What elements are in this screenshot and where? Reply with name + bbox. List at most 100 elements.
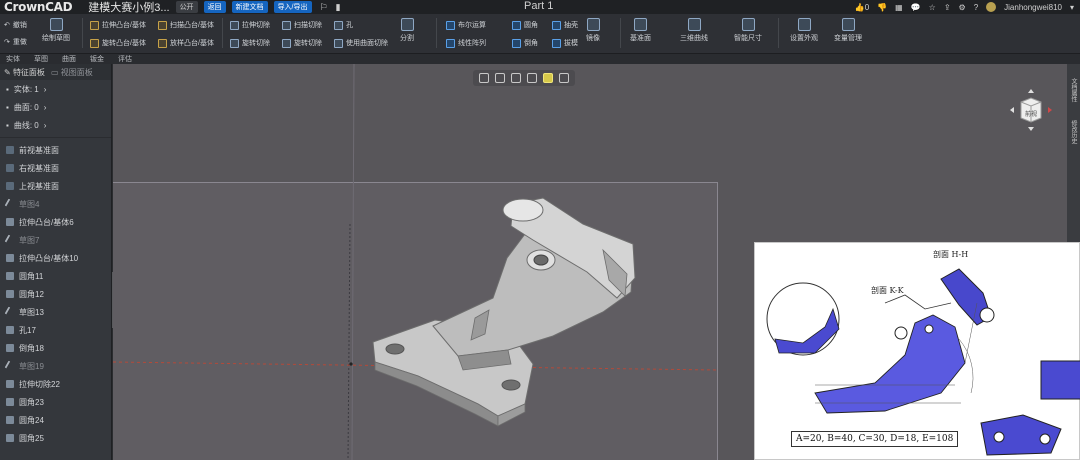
comment-icon[interactable]: 💬: [911, 3, 921, 12]
display-style-icon[interactable]: [543, 73, 553, 83]
ribbon-tabs: 实体 草图 曲面 钣金 评估: [0, 54, 1080, 64]
sweep-boss-button[interactable]: 扫描凸台/基体: [158, 20, 214, 30]
sweep-cut-button[interactable]: 扫描切除: [282, 20, 322, 30]
tree-item[interactable]: 圆角25: [0, 429, 111, 447]
chevron-right-icon[interactable]: ›: [44, 103, 47, 112]
avatar[interactable]: [986, 2, 997, 12]
chevron-down-icon[interactable]: ▾: [1070, 3, 1074, 12]
tree-item[interactable]: 圆角12: [0, 285, 111, 303]
shell-button[interactable]: 抽壳: [552, 20, 578, 30]
tree-item[interactable]: 草图19: [0, 357, 111, 375]
tab-feature-panel[interactable]: ✎ 特征面板: [4, 67, 45, 78]
extrude-boss-button[interactable]: 拉伸凸台/基体: [90, 20, 146, 30]
title-right-tools: 👍0 👎 ▦ 💬 ☆ ⇪ ⚙ ? Jianhongwei810 ▾: [855, 0, 1074, 14]
boolean-button[interactable]: 布尔运算: [446, 20, 486, 30]
tab-view-panel[interactable]: ▭ 视图面板: [51, 67, 93, 78]
rotate-right-icon: [1048, 107, 1052, 113]
tab-solid[interactable]: 实体: [6, 54, 20, 64]
draft-button[interactable]: 拔模: [552, 38, 578, 48]
set-appearance-button[interactable]: 设置外观: [790, 18, 818, 43]
import-export-button[interactable]: 导入/导出: [273, 1, 312, 13]
tree-item[interactable]: 草图4: [0, 195, 111, 213]
curve-3d-button[interactable]: 三维曲线: [680, 18, 708, 43]
surface-cut-button[interactable]: 使用曲面切除: [334, 38, 388, 48]
grid-icon[interactable]: ▦: [895, 3, 903, 12]
tree-item[interactable]: 拉伸切除22: [0, 375, 111, 393]
var-manage-button[interactable]: 变量管理: [834, 18, 862, 43]
document-title[interactable]: 建模大赛小例3...: [88, 0, 169, 15]
select-icon[interactable]: [479, 73, 489, 83]
tree-item[interactable]: 圆角24: [0, 411, 111, 429]
new-document-button[interactable]: 新建文档: [231, 1, 268, 13]
ref-plane-button[interactable]: 基准面: [630, 18, 651, 43]
revolve-cut-button[interactable]: 旋转切除: [230, 38, 270, 48]
fillet-button[interactable]: 圆角: [512, 20, 538, 30]
tree-item[interactable]: 草图7: [0, 231, 111, 249]
tree-item[interactable]: 倒角18: [0, 339, 111, 357]
loft-boss-button[interactable]: 放样凸台/基体: [158, 38, 214, 48]
tree-group[interactable]: ▪ 曲面: 0 ›: [0, 98, 111, 116]
star-icon[interactable]: ☆: [929, 3, 936, 12]
history-tab[interactable]: 修改历史: [1069, 120, 1078, 144]
visibility-badge[interactable]: 公开: [175, 1, 198, 13]
doc-icon[interactable]: ▮: [336, 2, 341, 13]
linear-pattern-button[interactable]: 线性阵列: [446, 38, 486, 48]
plane-icon: [6, 164, 14, 172]
revolve-cut2-icon: [282, 38, 291, 48]
zoom-fit-icon[interactable]: [495, 73, 505, 83]
origin-point: [349, 362, 353, 366]
tree-item[interactable]: 圆角23: [0, 393, 111, 411]
mirror-button[interactable]: 镜像: [586, 18, 600, 43]
boolean-icon: [446, 20, 455, 30]
undo-button[interactable]: ↶ 撤销: [4, 20, 27, 30]
split-button[interactable]: 分割: [400, 18, 414, 43]
feature-icon: [6, 380, 14, 388]
chamfer-button[interactable]: 倒角: [512, 38, 538, 48]
redo-button[interactable]: ↷ 重做: [4, 37, 27, 47]
sketch-icon: [49, 18, 63, 31]
tree-item[interactable]: 拉伸凸台/基体6: [0, 213, 111, 231]
revolve-cut2-button[interactable]: 旋转切除: [282, 38, 322, 48]
doc-props-tab[interactable]: 文档属性: [1069, 78, 1078, 102]
tree-item[interactable]: 圆角11: [0, 267, 111, 285]
section-view-icon[interactable]: [527, 73, 537, 83]
tree-item[interactable]: 孔17: [0, 321, 111, 339]
tree-item-label: 倒角18: [19, 343, 44, 353]
share-icon[interactable]: ⇪: [944, 3, 951, 12]
tree-item[interactable]: 前视基准面: [0, 141, 111, 159]
dislike-icon[interactable]: 👎: [877, 3, 887, 12]
render-icon[interactable]: [559, 73, 569, 83]
sketch-button[interactable]: 绘制草图: [42, 18, 70, 43]
tab-surface[interactable]: 曲面: [62, 54, 76, 64]
tree-group[interactable]: ▪ 曲线: 0 ›: [0, 116, 111, 134]
hole-button[interactable]: 孔: [334, 20, 353, 30]
tree-group[interactable]: ▪ 实体: 1 ›: [0, 80, 111, 98]
undo-icon: ↶: [4, 22, 10, 29]
feature-tree-panel: ✎ 特征面板 ▭ 视图面板 ▪ 实体: 1 › ▪ 曲面: 0 › ▪ 曲线: 0 › 前视基准…: [0, 64, 112, 460]
username[interactable]: Jianhongwei810: [1004, 3, 1062, 12]
like-icon[interactable]: 👍0: [855, 3, 869, 12]
back-button[interactable]: 返回: [203, 1, 226, 13]
extrude-cut-button[interactable]: 拉伸切除: [230, 20, 270, 30]
pattern-icon: [446, 38, 455, 48]
tree-item[interactable]: 草图13: [0, 303, 111, 321]
chevron-right-icon[interactable]: ›: [44, 121, 47, 130]
hole-icon: [334, 20, 343, 30]
pin-icon[interactable]: ⚐: [320, 2, 328, 13]
chevron-right-icon[interactable]: ›: [44, 85, 47, 94]
tree-item[interactable]: 拉伸凸台/基体10: [0, 249, 111, 267]
part-name: Part 1: [524, 0, 554, 12]
tab-sketch[interactable]: 草图: [34, 54, 48, 64]
view-orient-icon[interactable]: [511, 73, 521, 83]
revolve-cut-icon: [230, 38, 239, 48]
help-icon[interactable]: ?: [974, 3, 978, 12]
tree-item[interactable]: 右视基准面: [0, 159, 111, 177]
tab-sheetmetal[interactable]: 钣金: [90, 54, 104, 64]
settings-icon[interactable]: ⚙: [959, 3, 966, 12]
view-cube[interactable]: 前视: [1009, 88, 1053, 132]
smart-dim-button[interactable]: 智能尺寸: [734, 18, 762, 43]
feature-icon: [6, 344, 14, 352]
tree-item[interactable]: 上视基准面: [0, 177, 111, 195]
revolve-boss-button[interactable]: 旋转凸台/基体: [90, 38, 146, 48]
tab-evaluate[interactable]: 评估: [118, 54, 132, 64]
